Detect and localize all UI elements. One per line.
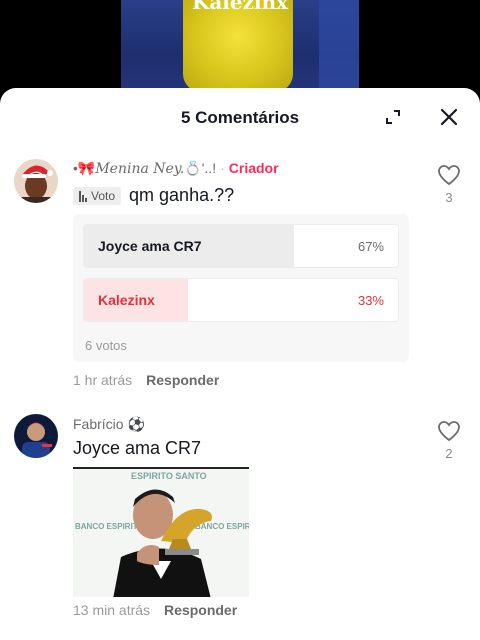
video-frame: Kalezinx (121, 0, 359, 92)
photo-text-right: BANCO ESPIRITO SANTO (195, 522, 249, 531)
like-count: 3 (445, 190, 453, 205)
vote-tag: Voto (73, 187, 122, 206)
heart-icon (438, 421, 460, 442)
like-button[interactable]: 2 (434, 420, 464, 461)
comment-text: Voto qm ganha.?? (73, 185, 279, 206)
comment-body: Fabrício ⚽ Joyce ama CR7 (73, 416, 201, 459)
comment-username[interactable]: •🎀Menina Ney.💍'..! · Criador (73, 160, 279, 177)
sheet-header: 5 Comentários (0, 88, 480, 146)
comment-username[interactable]: Fabrício ⚽ (73, 416, 201, 433)
avatar[interactable] (14, 414, 58, 458)
poll-option[interactable]: Kalezinx 33% (83, 278, 399, 322)
poll-option-label: Joyce ama CR7 (98, 238, 202, 254)
expand-icon[interactable] (384, 108, 402, 126)
comment-time: 13 min atrás (73, 602, 151, 618)
creator-badge: Criador (228, 160, 279, 176)
username-tail: 💍'..! (184, 160, 217, 176)
comment-time: 1 hr atrás (73, 372, 133, 388)
comment-text: Joyce ama CR7 (73, 438, 202, 458)
comment-body: •🎀Menina Ney.💍'..! · Criador Voto qm ganha… (73, 160, 279, 206)
poll-vote-count: 6 votos (85, 338, 127, 353)
heart-icon (438, 165, 460, 186)
comment-meta: 1 hr atrás Responder (73, 372, 219, 388)
reply-button[interactable]: Responder (146, 372, 219, 388)
comment-text-content: qm ganha.?? (129, 185, 235, 205)
separator-dot: · (220, 160, 225, 176)
like-button[interactable]: 3 (434, 164, 464, 205)
avatar[interactable] (14, 159, 58, 203)
comment-meta: 13 min atrás Responder (73, 602, 237, 618)
username-decoration: •🎀 (73, 160, 96, 176)
photo-text-top: ESPIRITO SANTO (131, 471, 207, 481)
reply-button[interactable]: Responder (164, 602, 237, 618)
poll-option-percent: 33% (357, 293, 384, 308)
poll-option[interactable]: Joyce ama CR7 67% (83, 224, 399, 268)
video-player[interactable]: Kalezinx (0, 0, 480, 92)
username-text: Menina Ney. (95, 161, 185, 177)
comments-title: 5 Comentários (180, 108, 300, 127)
video-caption: Kalezinx (191, 0, 289, 14)
poll-option-label: Kalezinx (98, 292, 155, 308)
comment-image[interactable]: ESPIRITO SANTO BANCO ESPIRITO SANTO BANC… (73, 467, 249, 597)
poll-option-percent: 67% (357, 239, 384, 254)
comments-sheet: 5 Comentários •🎀Menina Ney.💍'..! · Criador (0, 88, 480, 640)
like-count: 2 (445, 446, 453, 461)
poll: Joyce ama CR7 67% Kalezinx 33% 6 votos (73, 214, 409, 362)
close-icon[interactable] (438, 106, 460, 128)
vote-tag-label: Voto (91, 189, 116, 204)
poll-icon (79, 190, 87, 202)
